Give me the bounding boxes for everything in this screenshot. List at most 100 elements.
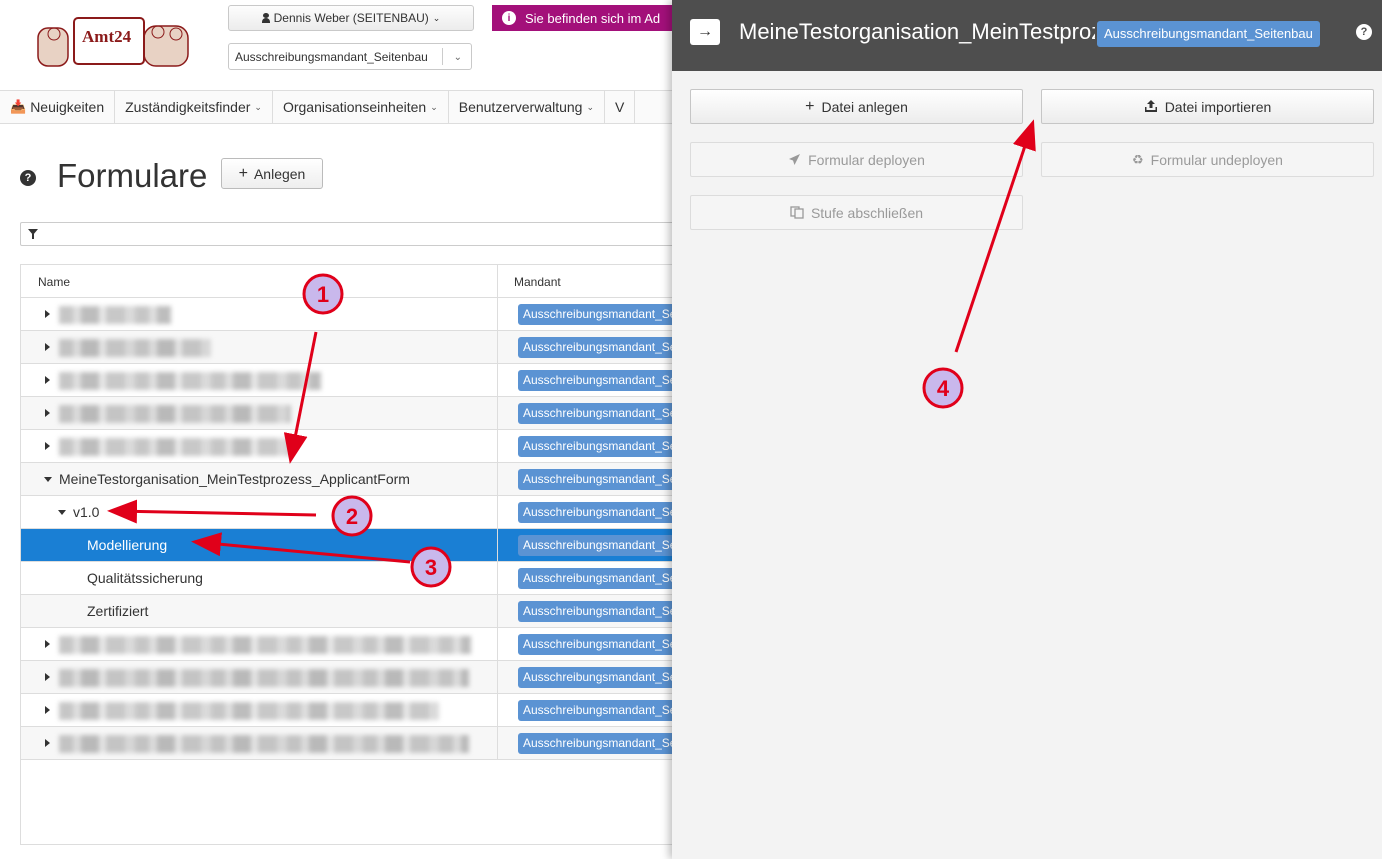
mandant-badge: Ausschreibungsmandant_Seitenbau (518, 700, 688, 721)
table-row[interactable]: Ausschreibungsmandant_Seitenbau (21, 727, 688, 760)
finish-stage-label: Stufe abschließen (810, 204, 924, 221)
table-body: Ausschreibungsmandant_Seitenbau Ausschre… (21, 298, 688, 760)
collapse-icon[interactable] (58, 510, 66, 515)
table-row[interactable]: Ausschreibungsmandant_Seitenbau (21, 397, 688, 430)
mandant-badge: Ausschreibungsmandant_Seitenbau (518, 436, 688, 457)
deploy-form-label: Formular deployen (808, 151, 925, 168)
finish-stage-button[interactable]: Stufe abschließen (690, 195, 1023, 230)
undeploy-form-button[interactable]: ♻ Formular undeployen (1041, 142, 1374, 177)
help-icon[interactable]: ? (20, 170, 36, 186)
mandant-select[interactable]: Ausschreibungsmandant_Seitenbau ⌄ (228, 43, 472, 70)
mandant-badge: Ausschreibungsmandant_Seitenbau (518, 337, 688, 358)
table-row[interactable]: v1.0 Ausschreibungsmandant_Seitenbau (21, 496, 688, 529)
mandant-select-value: Ausschreibungsmandant_Seitenbau (235, 49, 428, 64)
table-row[interactable]: Ausschreibungsmandant_Seitenbau (21, 661, 688, 694)
table-row[interactable]: MeineTestorganisation_MeinTestprozess_Ap… (21, 463, 688, 496)
expand-icon[interactable] (45, 376, 50, 384)
upload-icon (1144, 100, 1157, 112)
redacted-label (59, 438, 291, 456)
close-panel-button[interactable]: → (690, 19, 720, 45)
import-file-button[interactable]: Datei importieren (1041, 89, 1374, 124)
table-row[interactable]: Ausschreibungsmandant_Seitenbau (21, 694, 688, 727)
nav-neuigkeiten[interactable]: 📥 Neuigkeiten (0, 91, 116, 123)
table-header: Name Mandant (21, 265, 679, 298)
table-row-selected[interactable]: Modellierung Ausschreibungsmandant_Seite… (21, 529, 688, 562)
expand-icon[interactable] (45, 673, 50, 681)
alert-text: Sie befinden sich im Ad (525, 10, 661, 26)
row-label: Modellierung (87, 537, 168, 553)
admin-mode-alert: i Sie befinden sich im Ad (492, 5, 672, 31)
expand-icon[interactable] (45, 409, 50, 417)
mandant-badge: Ausschreibungsmandant_Seitenbau (518, 568, 688, 589)
nav-organisationseinheiten[interactable]: Organisationseinheiten ⌄ (273, 91, 449, 123)
redacted-label (59, 669, 469, 687)
mandant-badge: Ausschreibungsmandant_Seitenbau (518, 535, 688, 556)
table-row[interactable]: Ausschreibungsmandant_Seitenbau (21, 628, 688, 661)
add-form-label: Anlegen (253, 165, 306, 182)
expand-icon[interactable] (45, 310, 50, 318)
expand-icon[interactable] (45, 640, 50, 648)
create-file-button[interactable]: + Datei anlegen (690, 89, 1023, 124)
nav-label: Organisationseinheiten (282, 99, 427, 115)
page-title: Formulare (57, 157, 208, 194)
info-icon: i (502, 11, 516, 25)
redacted-label (59, 372, 321, 390)
help-icon[interactable]: ? (1356, 24, 1372, 40)
redacted-label (59, 636, 471, 654)
chevron-down-icon: ⌄ (432, 12, 441, 23)
nav-label: Zuständigkeitsfinder (125, 99, 251, 115)
mandant-badge: Ausschreibungsmandant_Seitenbau (518, 601, 688, 622)
column-header-name[interactable]: Name (38, 275, 70, 289)
mandant-badge: Ausschreibungsmandant_Seitenbau (518, 370, 688, 391)
redacted-label (59, 702, 439, 720)
table-row[interactable]: Qualitätssicherung Ausschreibungsmandant… (21, 562, 688, 595)
table-row[interactable]: Ausschreibungsmandant_Seitenbau (21, 298, 688, 331)
plus-icon: + (805, 97, 815, 115)
add-form-button[interactable]: + Anlegen (221, 158, 323, 189)
user-icon (261, 13, 270, 23)
nav-label: Benutzerverwaltung (458, 99, 583, 115)
panel-header: → MeineTestorganisation_MeinTestprozess_… (672, 0, 1382, 71)
mandant-badge: Ausschreibungsmandant_Seitenbau (518, 403, 688, 424)
redacted-label (59, 405, 291, 423)
chevron-down-icon: ⌄ (453, 52, 462, 63)
expand-icon[interactable] (45, 343, 50, 351)
deploy-form-button[interactable]: Formular deployen (690, 142, 1023, 177)
undeploy-form-label: Formular undeployen (1150, 151, 1283, 168)
expand-icon[interactable] (45, 706, 50, 714)
plus-icon: + (238, 164, 248, 182)
row-label: MeineTestorganisation_MeinTestprozess_Ap… (59, 471, 410, 487)
collapse-icon[interactable] (44, 477, 52, 482)
panel-mandant-badge: Ausschreibungsmandant_Seitenbau (1097, 21, 1320, 47)
filter-icon (28, 229, 38, 239)
table-row[interactable]: Ausschreibungsmandant_Seitenbau (21, 331, 688, 364)
expand-icon[interactable] (45, 739, 50, 747)
redacted-label (59, 735, 469, 753)
mandant-badge: Ausschreibungsmandant_Seitenbau (518, 667, 688, 688)
nav-benutzerverwaltung[interactable]: Benutzerverwaltung ⌄ (449, 91, 606, 123)
user-menu-button[interactable]: Dennis Weber (SEITENBAU) ⌄ (228, 5, 474, 31)
filter-input[interactable] (20, 222, 680, 246)
detail-panel: → MeineTestorganisation_MeinTestprozess_… (672, 0, 1382, 859)
nav-zustaendigkeitsfinder[interactable]: Zuständigkeitsfinder ⌄ (115, 91, 273, 123)
expand-icon[interactable] (45, 442, 50, 450)
table-row[interactable]: Ausschreibungsmandant_Seitenbau (21, 430, 688, 463)
table-row[interactable]: Ausschreibungsmandant_Seitenbau (21, 364, 688, 397)
mandant-badge: Ausschreibungsmandant_Seitenbau (518, 733, 688, 754)
redacted-label (59, 306, 171, 324)
paper-plane-icon (789, 154, 801, 165)
forms-table: Name Mandant Ausschreibungsmandant_Seite… (20, 264, 688, 845)
inbox-download-icon: 📥 (10, 99, 27, 114)
chevron-down-icon: ⌄ (430, 101, 438, 112)
table-row[interactable]: Zertifiziert Ausschreibungsmandant_Seite… (21, 595, 688, 628)
amt24-logo[interactable]: Amt24 (34, 12, 194, 70)
row-label: Zertifiziert (87, 603, 149, 619)
nav-more[interactable]: V (605, 91, 636, 123)
user-name: Dennis Weber (SEITENBAU) (273, 11, 429, 25)
mandant-badge: Ausschreibungsmandant_Seitenbau (518, 304, 688, 325)
create-file-label: Datei anlegen (821, 98, 908, 115)
recycle-icon: ♻ (1132, 151, 1144, 167)
column-header-mandant[interactable]: Mandant (514, 275, 561, 289)
copy-icon (790, 206, 804, 219)
mandant-badge: Ausschreibungsmandant_Seitenbau (518, 634, 688, 655)
